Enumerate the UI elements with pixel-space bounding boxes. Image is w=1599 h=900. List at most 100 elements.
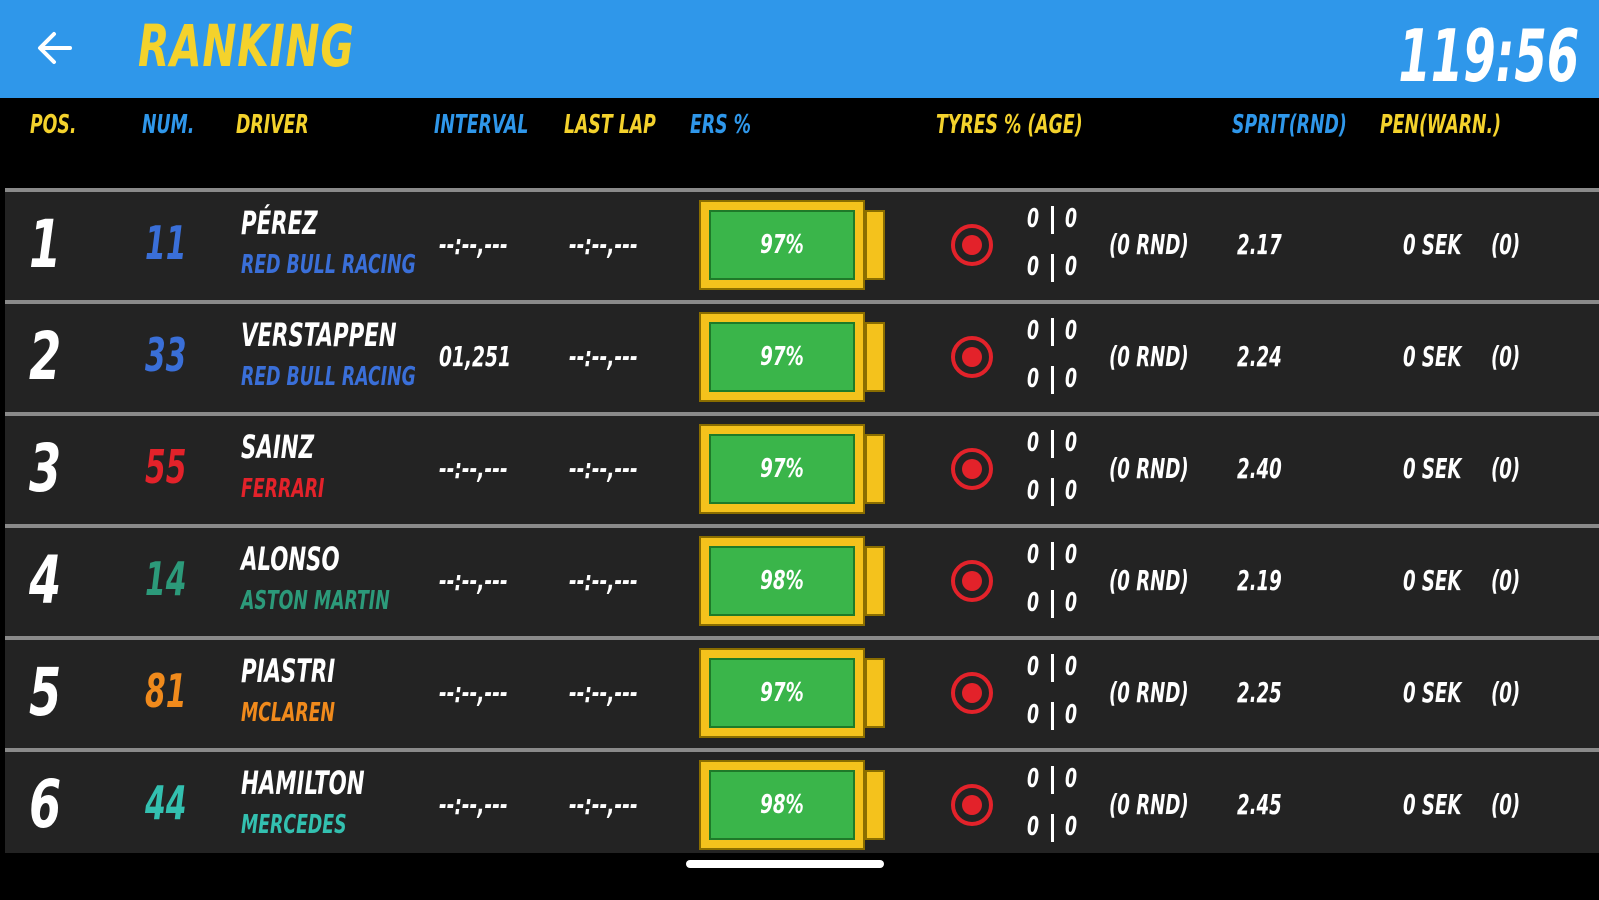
fuel-value: 2.24 xyxy=(1237,340,1282,373)
team-name: MERCEDES xyxy=(241,810,347,840)
last-lap-value: --:--,--- xyxy=(569,340,638,373)
tyre-age: (0 RND) xyxy=(1109,676,1189,709)
table-row[interactable]: 1 11 PÉREZ RED BULL RACING --:--,--- --:--,--… xyxy=(5,188,1599,300)
warnings-value: (0) xyxy=(1491,340,1521,373)
table-row[interactable]: 6 44 HAMILTON MERCEDES --:--,--- --:--,--- 98%… xyxy=(5,748,1599,853)
ers-fill: 98% xyxy=(709,546,855,616)
tyre-wear-fr: 0 xyxy=(1064,764,1078,794)
column-header: POS. NUM. DRIVER INTERVAL LAST LAP ERS %… xyxy=(0,98,1599,190)
back-button[interactable] xyxy=(30,22,82,74)
tyre-icon xyxy=(951,224,993,266)
warnings-value: (0) xyxy=(1491,676,1521,709)
position: 6 xyxy=(29,766,62,843)
position: 1 xyxy=(29,206,62,283)
tyre-wear-fr: 0 xyxy=(1064,428,1078,458)
arrow-left-icon xyxy=(38,32,72,64)
fuel-value: 2.17 xyxy=(1237,228,1282,261)
ers-fill: 98% xyxy=(709,770,855,840)
position: 4 xyxy=(29,542,62,619)
team-name: RED BULL RACING xyxy=(241,250,416,280)
penalty-value: 0 SEK xyxy=(1403,340,1462,373)
tyre-wear-grid: 0000 xyxy=(1023,202,1083,290)
car-number: 33 xyxy=(145,328,187,382)
tyre-wear-grid: 0000 xyxy=(1023,426,1083,514)
tyre-age: (0 RND) xyxy=(1109,228,1189,261)
position: 2 xyxy=(29,318,62,395)
tyre-divider xyxy=(1051,254,1054,282)
driver-name: VERSTAPPEN xyxy=(241,316,397,354)
tyre-wear-grid: 0000 xyxy=(1023,650,1083,738)
tyre-wear-rl: 0 xyxy=(1026,476,1040,506)
ers-fill: 97% xyxy=(709,322,855,392)
tyre-wear-rr: 0 xyxy=(1064,700,1078,730)
battery-cap xyxy=(865,434,885,504)
interval-value: --:--,--- xyxy=(439,452,508,485)
penalty-value: 0 SEK xyxy=(1403,676,1462,709)
tyre-wear-fl: 0 xyxy=(1026,316,1040,346)
ers-value: 97% xyxy=(760,678,804,708)
tyre-icon xyxy=(951,560,993,602)
penalty-value: 0 SEK xyxy=(1403,452,1462,485)
home-indicator[interactable] xyxy=(686,860,884,868)
tyre-divider xyxy=(1051,366,1054,394)
tyre-wear-rl: 0 xyxy=(1026,812,1040,842)
tyre-wear-rl: 0 xyxy=(1026,588,1040,618)
tyre-divider xyxy=(1051,654,1054,682)
ers-value: 97% xyxy=(760,230,804,260)
column-ers: ERS % xyxy=(690,110,751,140)
tyre-wear-rl: 0 xyxy=(1026,252,1040,282)
tyre-age: (0 RND) xyxy=(1109,564,1189,597)
penalty-value: 0 SEK xyxy=(1403,788,1462,821)
table-row[interactable]: 4 14 ALONSO ASTON MARTIN --:--,--- --:--,--- 9… xyxy=(5,524,1599,636)
tyre-wear-fr: 0 xyxy=(1064,204,1078,234)
last-lap-value: --:--,--- xyxy=(569,676,638,709)
table-row[interactable]: 2 33 VERSTAPPEN RED BULL RACING 01,251 --:--,… xyxy=(5,300,1599,412)
race-timer: 119:56 xyxy=(1398,14,1579,98)
tyre-wear-rl: 0 xyxy=(1026,700,1040,730)
interval-value: --:--,--- xyxy=(439,564,508,597)
ers-value: 97% xyxy=(760,342,804,372)
penalty-value: 0 SEK xyxy=(1403,564,1462,597)
table-row[interactable]: 5 81 PIASTRI MCLAREN --:--,--- --:--,--- 97% 0 0… xyxy=(5,636,1599,748)
ers-fill: 97% xyxy=(709,210,855,280)
column-tyres: TYRES % (AGE) xyxy=(936,110,1083,140)
car-number: 44 xyxy=(145,776,187,830)
interval-value: --:--,--- xyxy=(439,228,508,261)
interval-value: --:--,--- xyxy=(439,676,508,709)
tyre-icon xyxy=(951,672,993,714)
position: 3 xyxy=(29,430,62,507)
tyre-wear-fr: 0 xyxy=(1064,540,1078,570)
ranking-list: 1 11 PÉREZ RED BULL RACING --:--,--- --:--,--… xyxy=(5,188,1599,853)
tyre-divider xyxy=(1051,430,1054,458)
team-name: MCLAREN xyxy=(241,698,336,728)
page-title: RANKING xyxy=(138,12,355,80)
car-number: 81 xyxy=(145,664,187,718)
ers-value: 97% xyxy=(760,454,804,484)
ers-battery: 98% xyxy=(699,760,887,850)
column-pos: POS. xyxy=(30,110,77,140)
driver-name: SAINZ xyxy=(241,428,315,466)
battery-cap xyxy=(865,322,885,392)
ers-fill: 97% xyxy=(709,658,855,728)
ers-battery: 97% xyxy=(699,200,887,290)
ers-battery: 97% xyxy=(699,648,887,738)
team-name: RED BULL RACING xyxy=(241,362,416,392)
car-number: 55 xyxy=(145,440,187,494)
tyre-wear-grid: 0000 xyxy=(1023,314,1083,402)
column-num: NUM. xyxy=(142,110,195,140)
column-pen: PEN(WARN.) xyxy=(1380,110,1502,140)
tyre-wear-fr: 0 xyxy=(1064,652,1078,682)
ers-battery: 97% xyxy=(699,424,887,514)
fuel-value: 2.40 xyxy=(1237,452,1282,485)
tyre-wear-fl: 0 xyxy=(1026,428,1040,458)
fuel-value: 2.25 xyxy=(1237,676,1282,709)
fuel-value: 2.19 xyxy=(1237,564,1282,597)
ers-battery: 98% xyxy=(699,536,887,626)
tyre-wear-rr: 0 xyxy=(1064,476,1078,506)
column-driver: DRIVER xyxy=(236,110,309,140)
table-row[interactable]: 3 55 SAINZ FERRARI --:--,--- --:--,--- 97% 0 0 0 0… xyxy=(5,412,1599,524)
tyre-wear-fl: 0 xyxy=(1026,764,1040,794)
team-name: ASTON MARTIN xyxy=(241,586,390,616)
tyre-divider xyxy=(1051,318,1054,346)
tyre-divider xyxy=(1051,542,1054,570)
